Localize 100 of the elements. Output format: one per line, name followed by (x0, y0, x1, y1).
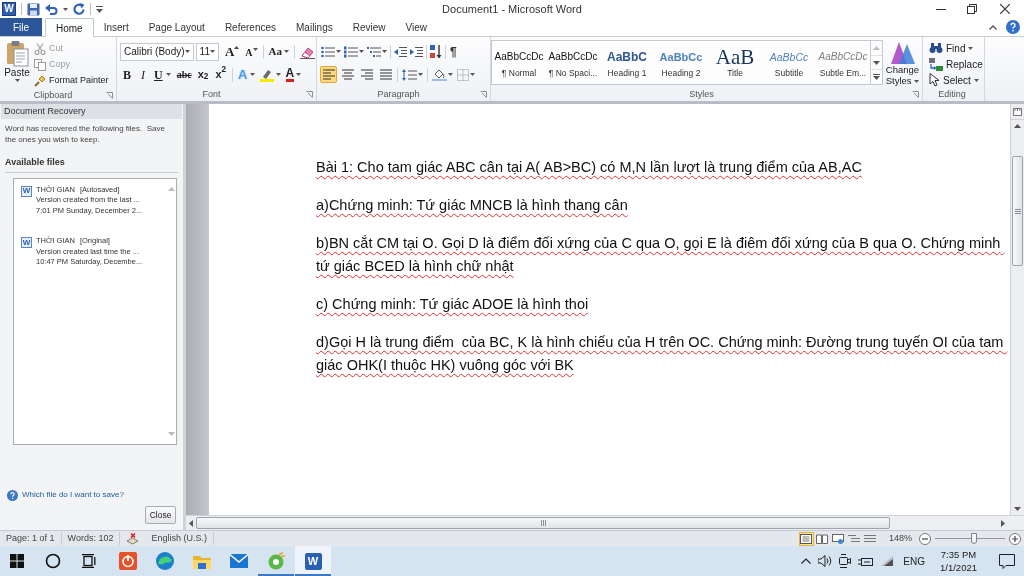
style-name[interactable]: Subtitle (774, 66, 804, 79)
paste-button[interactable]: Paste (2, 40, 32, 87)
customize-icon[interactable] (96, 5, 103, 13)
command-button[interactable]: Format Painter (34, 73, 109, 89)
dialog-launcher-icon[interactable] (106, 91, 113, 99)
dialog-launcher-icon[interactable] (912, 90, 919, 98)
change-styles-button[interactable]: Change Styles (884, 40, 921, 86)
view-button[interactable] (798, 531, 814, 546)
scrollbar-thumb[interactable] (1012, 156, 1023, 266)
alignment-button[interactable] (377, 66, 394, 83)
ring-icon (267, 552, 285, 570)
caret-icon (296, 73, 302, 76)
camera-icon[interactable] (839, 554, 852, 568)
app-logo[interactable]: W (2, 2, 16, 16)
ribbon-tab[interactable]: Review (342, 18, 396, 36)
superscript-button[interactable]: x$^{2}$ (213, 66, 229, 83)
caret-icon (973, 78, 979, 82)
horizontal-scrollbar[interactable] (186, 515, 1024, 530)
ribbon-tab[interactable]: Page Layout (138, 18, 215, 36)
help-link[interactable]: Which file do I want to save? (22, 489, 124, 501)
view-button[interactable] (814, 531, 830, 546)
language-indicator[interactable]: ENG (903, 553, 925, 569)
subscript-button[interactable]: x$_{2}$ (195, 66, 211, 83)
strikethrough-button[interactable]: abc (175, 66, 193, 83)
close-button[interactable]: Close (145, 506, 176, 524)
pane-title: Document Recovery (1, 104, 182, 119)
restore-icon (967, 4, 977, 14)
style-name[interactable]: ¶ Normal (501, 66, 537, 79)
caret-icon (448, 73, 453, 76)
group-label: Editing (937, 90, 967, 99)
style-preview: AaB (715, 46, 755, 67)
shrink-font-button[interactable]: A (243, 42, 260, 61)
undo-icon[interactable] (45, 3, 58, 15)
gallery-down-button[interactable] (871, 55, 882, 70)
caret-icon (418, 73, 423, 76)
speaker-icon[interactable] (818, 555, 833, 567)
help-icon[interactable] (7, 489, 18, 501)
arrow-down-icon (873, 60, 880, 65)
ribbon-tab[interactable]: View (395, 18, 437, 36)
clock-date[interactable]: 1/1/2021 (940, 561, 977, 574)
help-icon[interactable] (1006, 20, 1020, 34)
language-indicator[interactable]: English (U.S.) (151, 531, 214, 546)
zoom-out-icon[interactable] (919, 532, 931, 545)
book-error-icon[interactable] (126, 532, 140, 545)
globe-page-icon (832, 533, 845, 544)
slider-thumb[interactable] (970, 533, 977, 544)
collapse-ribbon-icon[interactable] (989, 24, 997, 30)
editing-button[interactable]: Replace (929, 56, 984, 72)
paintbrush-icon (34, 75, 46, 87)
alignment-button[interactable] (320, 66, 337, 83)
grow-font-button[interactable]: A (222, 42, 242, 61)
dialog-launcher-icon[interactable] (306, 90, 313, 98)
editing-button[interactable]: Find (929, 40, 984, 56)
document-badge: W (21, 185, 32, 197)
save-icon[interactable] (27, 2, 40, 16)
style-preview: AaBbCc (769, 49, 809, 65)
plug-icon[interactable] (858, 555, 874, 567)
font-color-button[interactable]: A (284, 66, 303, 83)
italic-button[interactable]: I (137, 66, 149, 83)
alignment-button[interactable] (339, 66, 356, 83)
file-tab[interactable]: File (0, 18, 42, 36)
style-name[interactable]: ¶ No Spaci... (548, 66, 598, 79)
style-name[interactable]: Heading 2 (661, 66, 701, 79)
signal-icon[interactable] (880, 555, 895, 567)
caret-icon[interactable] (63, 7, 68, 11)
speech-bubble-icon (999, 553, 1015, 569)
vertical-scrollbar[interactable] (1010, 104, 1024, 515)
style-name[interactable]: Title (727, 66, 743, 79)
search-icon (45, 553, 61, 569)
chevron-up-icon[interactable] (801, 558, 812, 564)
style-name[interactable]: Heading 1 (607, 66, 647, 79)
word-count[interactable]: Words: 102 (61, 531, 121, 546)
dropdown-caret-icon[interactable] (209, 50, 215, 53)
arrow-up-icon (1014, 124, 1021, 128)
pane-message: Word has recovered the following files. Save the ones you wish to keep. (5, 123, 166, 145)
clock-time[interactable]: 7:35 PM (940, 548, 977, 561)
redo-icon[interactable] (73, 3, 85, 15)
ribbon-tab[interactable]: Insert (93, 18, 139, 36)
zoom-in-icon[interactable] (1009, 532, 1021, 545)
change-case-button[interactable]: Aa (266, 42, 292, 61)
sort-button[interactable] (429, 42, 443, 61)
outline-view-icon (848, 533, 861, 544)
style-name[interactable]: Subtle Em... (819, 66, 867, 79)
taskbar-app[interactable]: W (295, 546, 331, 576)
page-count[interactable]: Page: 1 of 1 (0, 531, 62, 546)
scrollbar-thumb[interactable] (196, 517, 890, 529)
show-marks-button[interactable]: ¶ (448, 42, 459, 61)
bold-button[interactable]: B (120, 66, 134, 83)
dropdown-caret-icon[interactable] (184, 50, 190, 53)
zoom-level[interactable]: 148% (888, 531, 912, 546)
alignment-button[interactable] (358, 66, 375, 83)
font-size-field[interactable]: 11 (195, 42, 219, 61)
ribbon-tab[interactable]: Home (45, 18, 94, 37)
view-button[interactable] (830, 531, 846, 546)
ribbon-tab[interactable]: References (214, 18, 286, 36)
underline-button[interactable]: U (152, 66, 173, 83)
editing-button[interactable]: Select (929, 72, 984, 88)
font-family-field[interactable]: Calibri (Body) (120, 42, 194, 61)
dialog-launcher-icon[interactable] (480, 90, 487, 98)
ribbon-tab[interactable]: Mailings (286, 18, 343, 36)
